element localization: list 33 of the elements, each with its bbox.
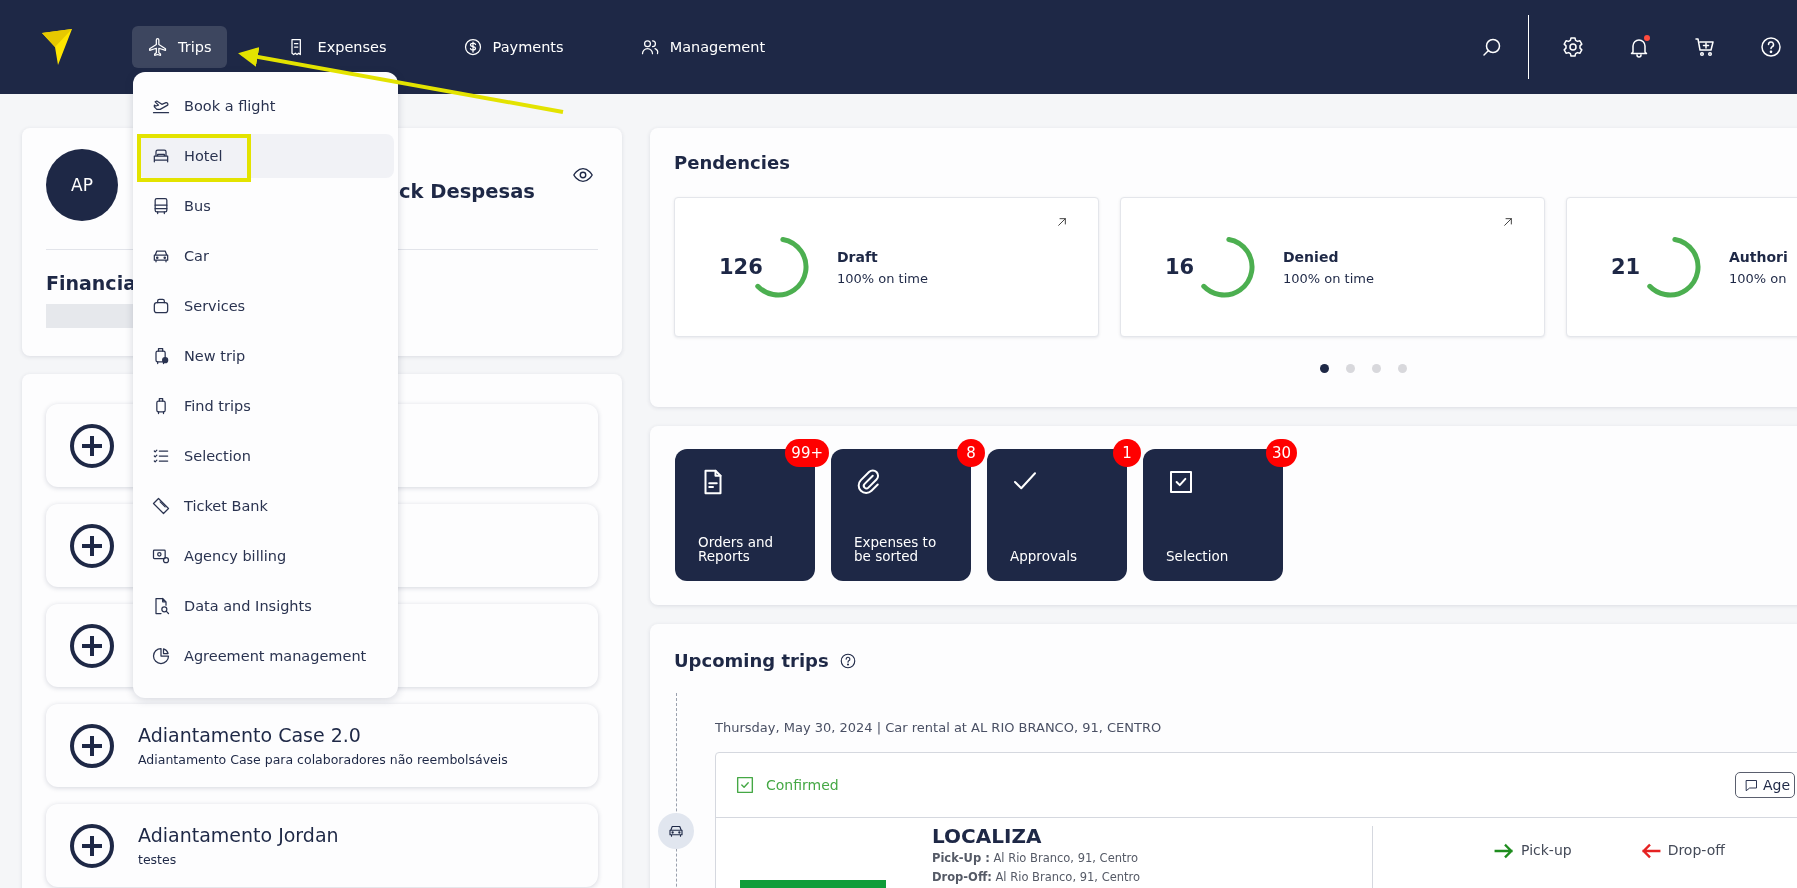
pendency-count: 21: [1611, 255, 1641, 279]
card-title: Upcoming trips: [674, 650, 829, 671]
pendency-note: 100% on: [1729, 270, 1788, 286]
count-badge: 8: [957, 439, 985, 467]
pendency-count: 126: [719, 255, 763, 279]
tile-label: Selection: [1166, 548, 1229, 563]
dropoff-address: Drop-Off: Al Rio Branco, 91, Centro: [932, 870, 1142, 884]
tile-label: Orders and Reports: [698, 534, 775, 563]
avatar: AP: [46, 149, 118, 221]
advance-title: Adiantamento Case 2.0: [138, 724, 362, 746]
profile-name: ck Despesas: [399, 179, 535, 203]
advance-description: Adiantamento Case para colaboradores não reembolsáveis: [138, 752, 508, 767]
count-badge: 30: [1265, 439, 1297, 467]
tile-label: Approvals: [1010, 548, 1077, 563]
advance-description: testes: [138, 852, 178, 867]
count-badge: 1: [1113, 439, 1141, 467]
pendency-note: 100% on time: [1283, 270, 1374, 286]
pickup-address: Pick-Up : Al Rio Branco, 91, Centro: [932, 851, 1139, 865]
pendency-label: Draft: [837, 248, 879, 265]
pendency-count: 16: [1165, 255, 1195, 279]
section-title: Financia: [46, 272, 137, 294]
trip-status: Confirmed: [766, 777, 839, 793]
pendency-note: 100% on time: [837, 270, 928, 286]
trip-date-line: Thursday, May 30, 2024 | Car rental at AL RIO BRANCO, 91, CENTRO: [715, 720, 1163, 735]
tile-label: Expenses to be sorted: [854, 534, 938, 563]
legend-label: Pick-up: [1521, 842, 1572, 858]
advance-title: Adiantamento Jordan: [138, 824, 339, 846]
card-title: Pendencies: [674, 152, 791, 173]
count-badge: 99+: [785, 439, 829, 467]
legend-label: Drop-off: [1667, 842, 1725, 858]
company-name: LOCALIZA: [932, 826, 1043, 846]
pendency-label: Denied: [1283, 248, 1340, 265]
pendency-label: Authori: [1729, 248, 1788, 265]
